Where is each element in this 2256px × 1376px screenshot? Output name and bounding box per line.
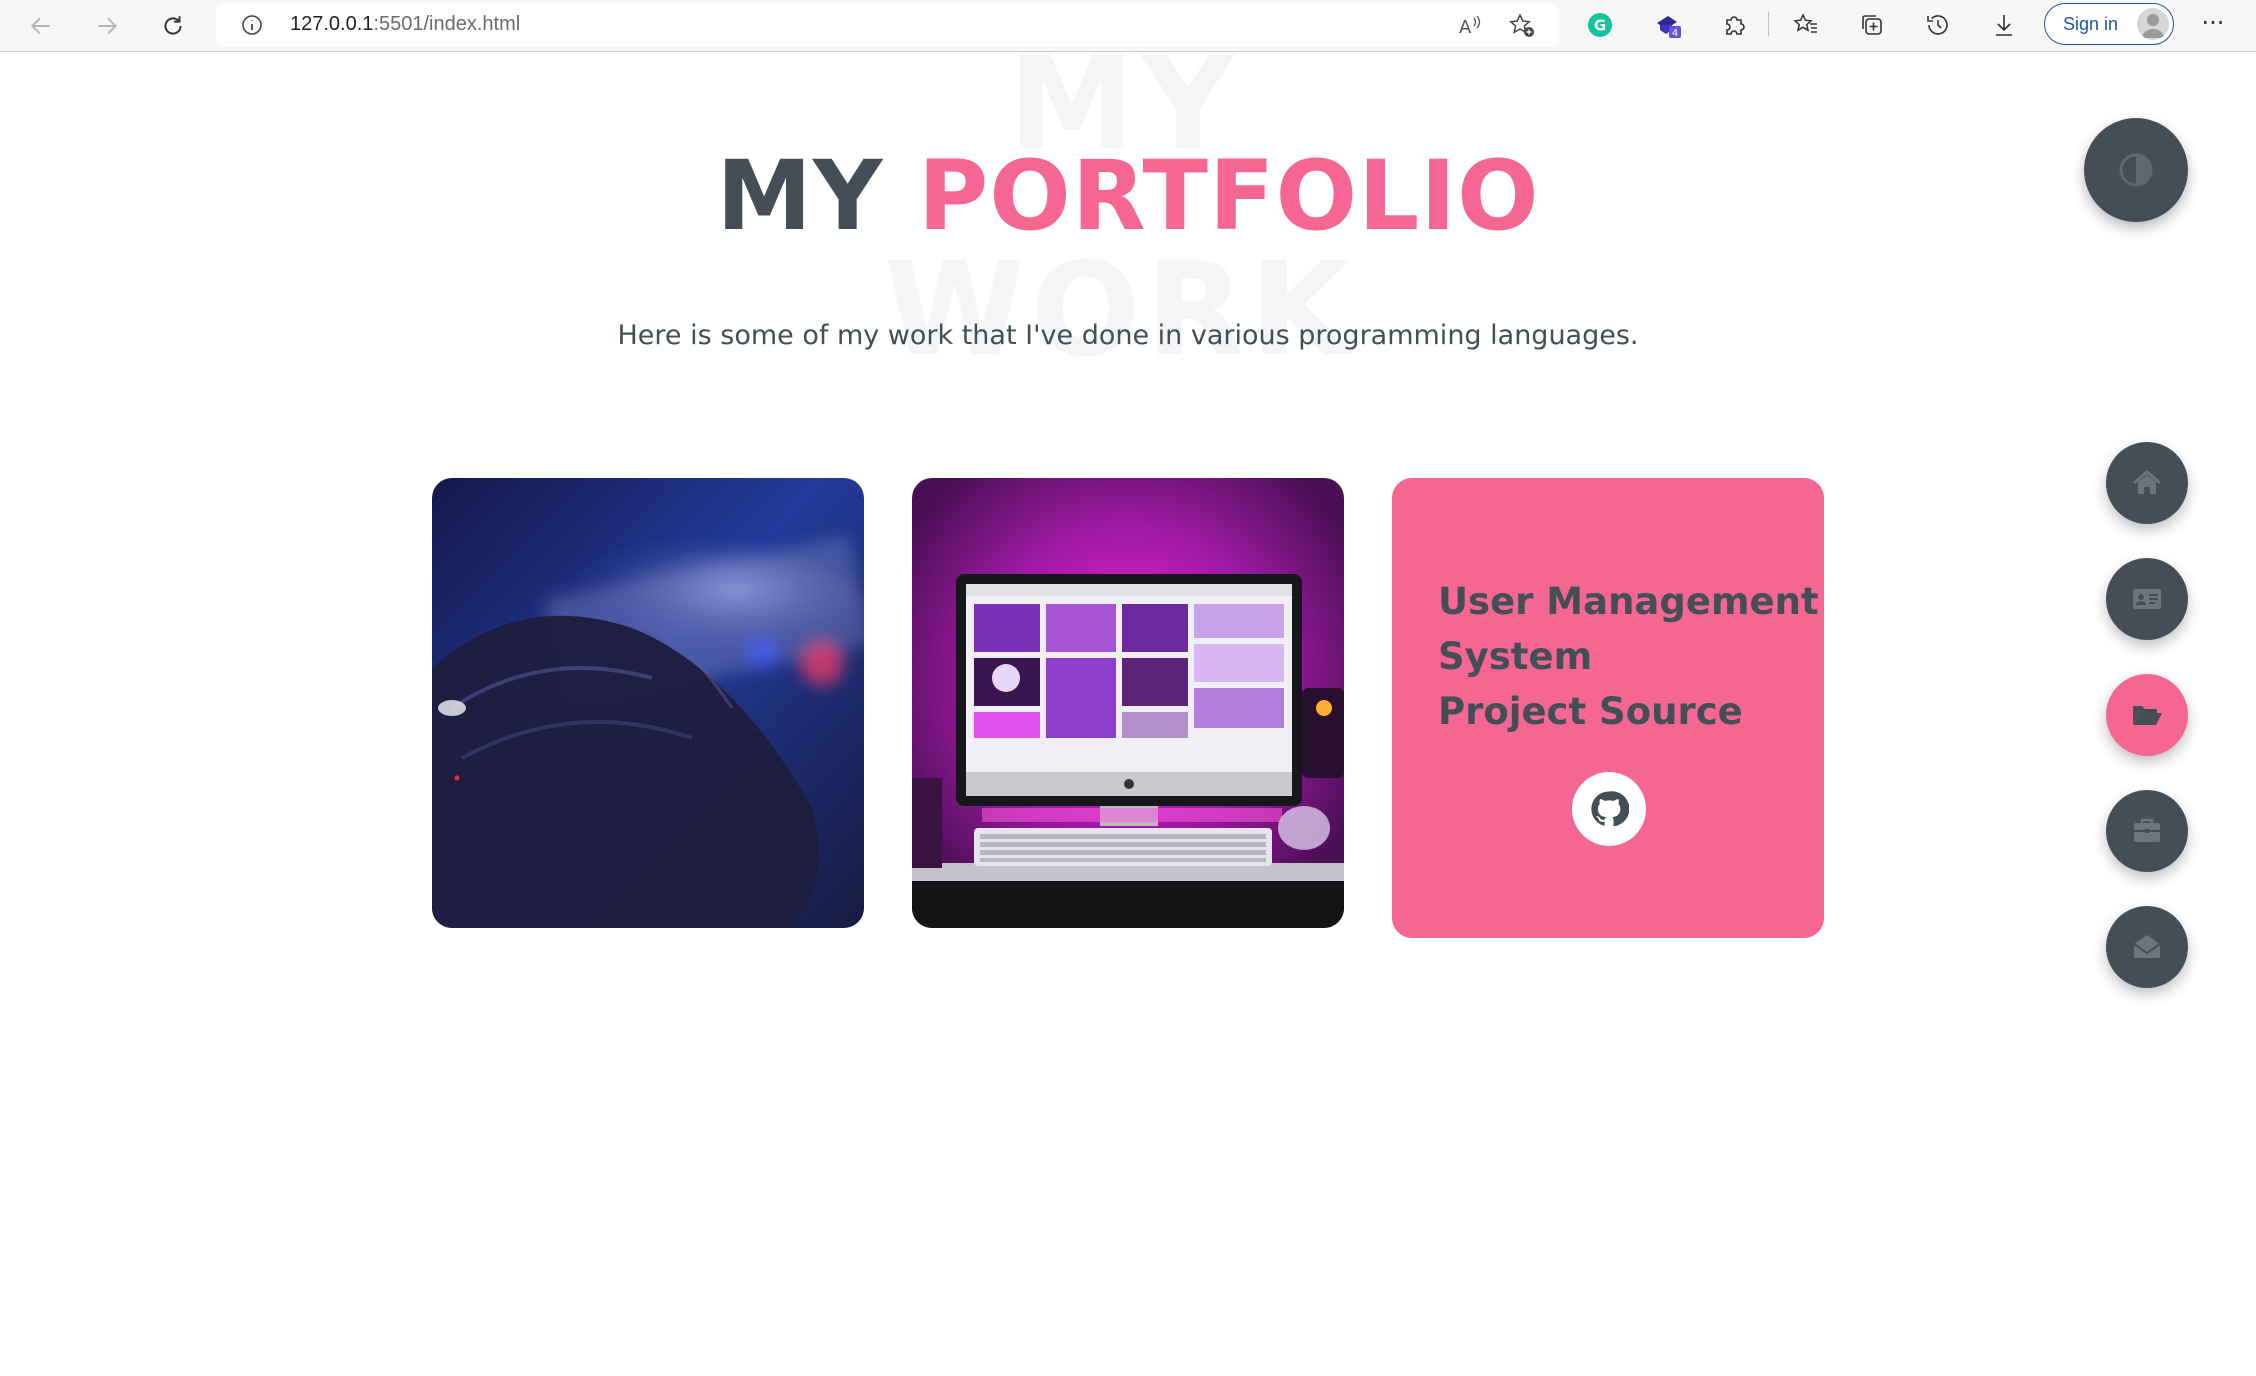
extensions-button[interactable] — [1718, 9, 1750, 41]
url-host: 127.0.0.1 — [290, 13, 374, 35]
github-icon — [1591, 791, 1629, 827]
envelope-open-icon — [2133, 935, 2161, 958]
portfolio-card-desk[interactable] — [912, 478, 1344, 928]
briefcase-icon — [2134, 818, 2160, 842]
forward-button[interactable] — [88, 7, 126, 45]
title-main: MY — [716, 140, 884, 252]
project-title: User Management System Project Source — [1438, 574, 1819, 739]
address-bar[interactable]: 127.0.0.1:5501/index.html A — [216, 3, 1558, 47]
svg-text:G: G — [1594, 17, 1606, 35]
grammarly-icon: G — [1588, 13, 1612, 37]
extension-button[interactable]: 4 — [1652, 9, 1684, 41]
sign-in-button[interactable]: Sign in — [2044, 3, 2174, 45]
url-path: :5501/index.html — [373, 13, 521, 35]
background-word-work: WORK — [884, 236, 1356, 385]
toolbar-divider — [1768, 12, 1769, 36]
svg-text:A: A — [1459, 17, 1472, 38]
favorites-icon — [1793, 13, 1817, 33]
extension-badge: 4 — [1672, 28, 1678, 39]
grammarly-button[interactable]: G — [1584, 9, 1616, 41]
reload-icon — [164, 16, 182, 35]
puzzle-icon — [1726, 16, 1745, 35]
collections-icon — [1862, 15, 1882, 35]
reload-button[interactable] — [154, 7, 192, 45]
history-button[interactable] — [1922, 9, 1954, 41]
profile-icon — [2137, 8, 2169, 40]
read-aloud-icon[interactable]: A — [1456, 12, 1484, 40]
nav-portfolio-button[interactable] — [2106, 674, 2188, 756]
nav-home-button[interactable] — [2106, 442, 2188, 524]
download-icon — [1996, 15, 2012, 36]
collections-button[interactable] — [1856, 9, 1888, 41]
theme-toggle-button[interactable] — [2084, 118, 2188, 222]
project-title-line-1: User Management — [1438, 580, 1819, 623]
add-favorite-icon[interactable] — [1508, 12, 1536, 40]
extension-icon: 4 — [1657, 16, 1681, 39]
id-card-icon — [2133, 589, 2161, 609]
project-title-line-2: System — [1438, 635, 1593, 678]
portfolio-card-project[interactable]: User Management System Project Source — [1392, 478, 1824, 938]
page-title: MY PORTFOLIO — [0, 140, 2256, 252]
home-icon — [2133, 470, 2161, 494]
nav-about-button[interactable] — [2106, 558, 2188, 640]
downloads-button[interactable] — [1988, 9, 2020, 41]
history-icon — [1927, 15, 1948, 35]
back-button[interactable] — [22, 7, 60, 45]
github-link-button[interactable] — [1572, 772, 1646, 846]
back-arrow-icon — [30, 17, 50, 35]
folder-open-icon — [2133, 706, 2162, 725]
page-subtitle: Here is some of my work that I've done i… — [617, 320, 1639, 351]
favorites-button[interactable] — [1790, 9, 1822, 41]
title-accent: PORTFOLIO — [917, 140, 1540, 252]
forward-arrow-icon — [98, 17, 118, 35]
contrast-icon — [2119, 153, 2153, 187]
portfolio-card-keyboard[interactable] — [432, 478, 864, 928]
project-title-line-3: Project Source — [1438, 690, 1743, 733]
more-icon[interactable]: ··· — [2196, 8, 2230, 42]
nav-contact-button[interactable] — [2106, 906, 2188, 988]
url-text[interactable]: 127.0.0.1:5501/index.html — [290, 13, 520, 36]
imac-desk-pink-light-photo — [912, 478, 1344, 928]
nav-experience-button[interactable] — [2106, 790, 2188, 872]
hand-on-keyboard-photo — [432, 478, 864, 928]
info-icon[interactable] — [240, 13, 264, 37]
sign-in-label: Sign in — [2063, 14, 2119, 34]
